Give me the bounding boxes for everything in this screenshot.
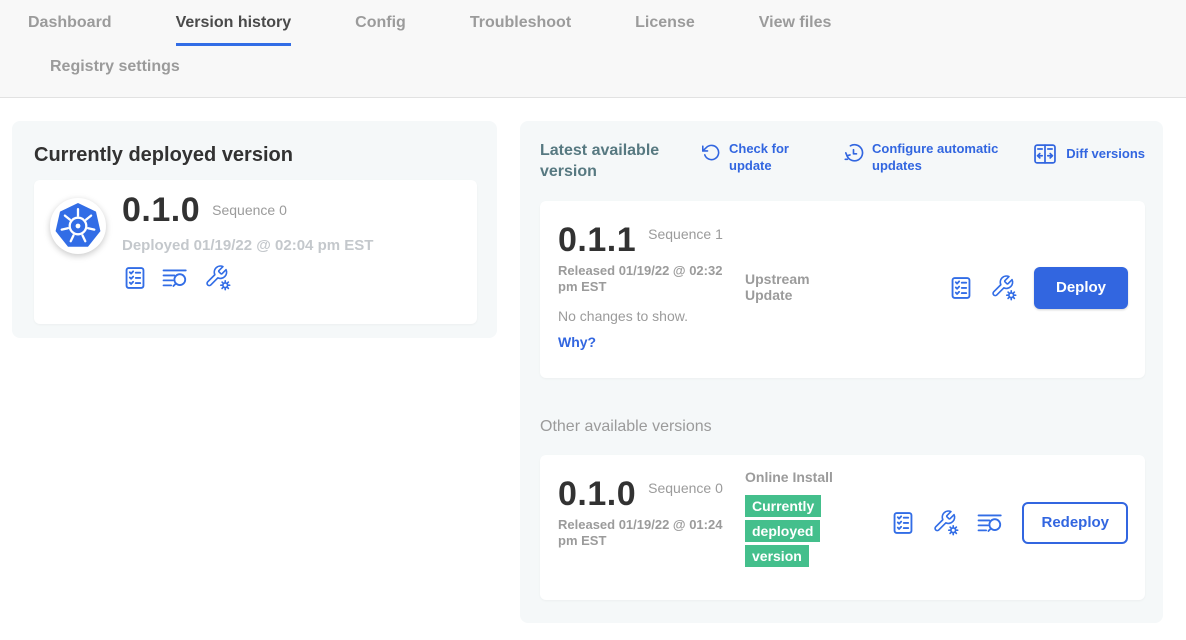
refresh-icon	[702, 143, 721, 162]
currently-deployed-badge: Currently deployed version	[745, 495, 821, 567]
preflight-checks-icon[interactable]	[890, 510, 916, 536]
preflight-checks-icon[interactable]	[948, 275, 974, 301]
preflight-checks-icon[interactable]	[122, 265, 148, 291]
configure-automatic-updates-label: Configure automatic updates	[872, 141, 1022, 175]
nav-row-1: Dashboard Version history Config Trouble…	[28, 14, 1186, 46]
currently-deployed-card: 0.1.0 Sequence 0 Deployed 01/19/22 @ 02:…	[34, 180, 477, 324]
edit-config-icon[interactable]	[204, 264, 232, 292]
tab-license[interactable]: License	[635, 14, 695, 46]
other-version-source-block: Online Install Currently deployed versio…	[745, 469, 857, 570]
check-for-update-link[interactable]: Check for update	[702, 141, 801, 175]
edit-config-icon[interactable]	[932, 509, 960, 537]
available-versions-header: Latest available version Check for updat…	[540, 141, 1145, 183]
diff-versions-label: Diff versions	[1066, 146, 1145, 163]
top-navigation: Dashboard Version history Config Trouble…	[0, 0, 1186, 98]
other-version-actions: Redeploy	[890, 502, 1128, 544]
why-link[interactable]: Why?	[558, 334, 596, 350]
tab-registry-settings[interactable]: Registry settings	[50, 58, 180, 87]
tab-config[interactable]: Config	[355, 14, 406, 46]
configure-automatic-updates-link[interactable]: Configure automatic updates	[843, 141, 1022, 175]
other-released-timestamp: Released 01/19/22 @ 01:24 pm EST	[558, 517, 736, 550]
other-version-card: 0.1.0 Sequence 0 Released 01/19/22 @ 01:…	[540, 455, 1145, 600]
deployed-version-number: 0.1.0	[122, 193, 200, 227]
latest-version-card: 0.1.1 Sequence 1 Released 01/19/22 @ 02:…	[540, 201, 1145, 378]
tab-dashboard[interactable]: Dashboard	[28, 14, 112, 46]
tab-troubleshoot[interactable]: Troubleshoot	[470, 14, 571, 46]
nav-row-2: Registry settings	[28, 46, 1186, 87]
deploy-button[interactable]: Deploy	[1034, 267, 1128, 309]
other-sequence-label: Sequence 0	[648, 480, 724, 497]
kubernetes-logo-icon	[50, 198, 106, 254]
check-for-update-label: Check for update	[729, 141, 801, 175]
app-logo	[50, 198, 106, 254]
diff-versions-link[interactable]: Diff versions	[1032, 141, 1145, 167]
deployed-sequence-label: Sequence 0	[212, 202, 287, 218]
redeploy-button[interactable]: Redeploy	[1022, 502, 1128, 544]
no-changes-text: No changes to show.	[558, 308, 1127, 324]
latest-available-title: Latest available version	[540, 141, 678, 183]
deployed-timestamp: Deployed 01/19/22 @ 02:04 pm EST	[122, 237, 373, 254]
latest-version-source: Upstream Update	[745, 271, 857, 305]
tab-view-files[interactable]: View files	[759, 14, 832, 46]
available-versions-panel: Latest available version Check for updat…	[520, 121, 1163, 623]
deploy-logs-icon[interactable]	[976, 510, 1006, 536]
latest-version-actions: Deploy	[948, 267, 1128, 309]
main-content: Currently deployed version 0.1.0 Sequenc…	[0, 98, 1186, 623]
latest-released-timestamp: Released 01/19/22 @ 02:32 pm EST	[558, 263, 736, 296]
currently-deployed-panel: Currently deployed version 0.1.0 Sequenc…	[12, 121, 497, 338]
latest-version-number: 0.1.1	[558, 223, 636, 257]
tab-version-history[interactable]: Version history	[176, 14, 292, 46]
latest-sequence-label: Sequence 1	[648, 226, 724, 243]
other-available-versions-title: Other available versions	[540, 418, 1145, 436]
currently-deployed-badge-wrap: Currently deployed version	[745, 494, 842, 569]
schedule-update-icon	[843, 143, 864, 164]
deployed-version-details: 0.1.0 Sequence 0 Deployed 01/19/22 @ 02:…	[122, 193, 373, 292]
other-version-number: 0.1.0	[558, 477, 636, 511]
other-version-source: Online Install	[745, 469, 857, 486]
edit-config-icon[interactable]	[990, 274, 1018, 302]
currently-deployed-title: Currently deployed version	[34, 144, 477, 167]
diff-icon	[1032, 141, 1058, 167]
deploy-logs-icon[interactable]	[161, 265, 191, 291]
